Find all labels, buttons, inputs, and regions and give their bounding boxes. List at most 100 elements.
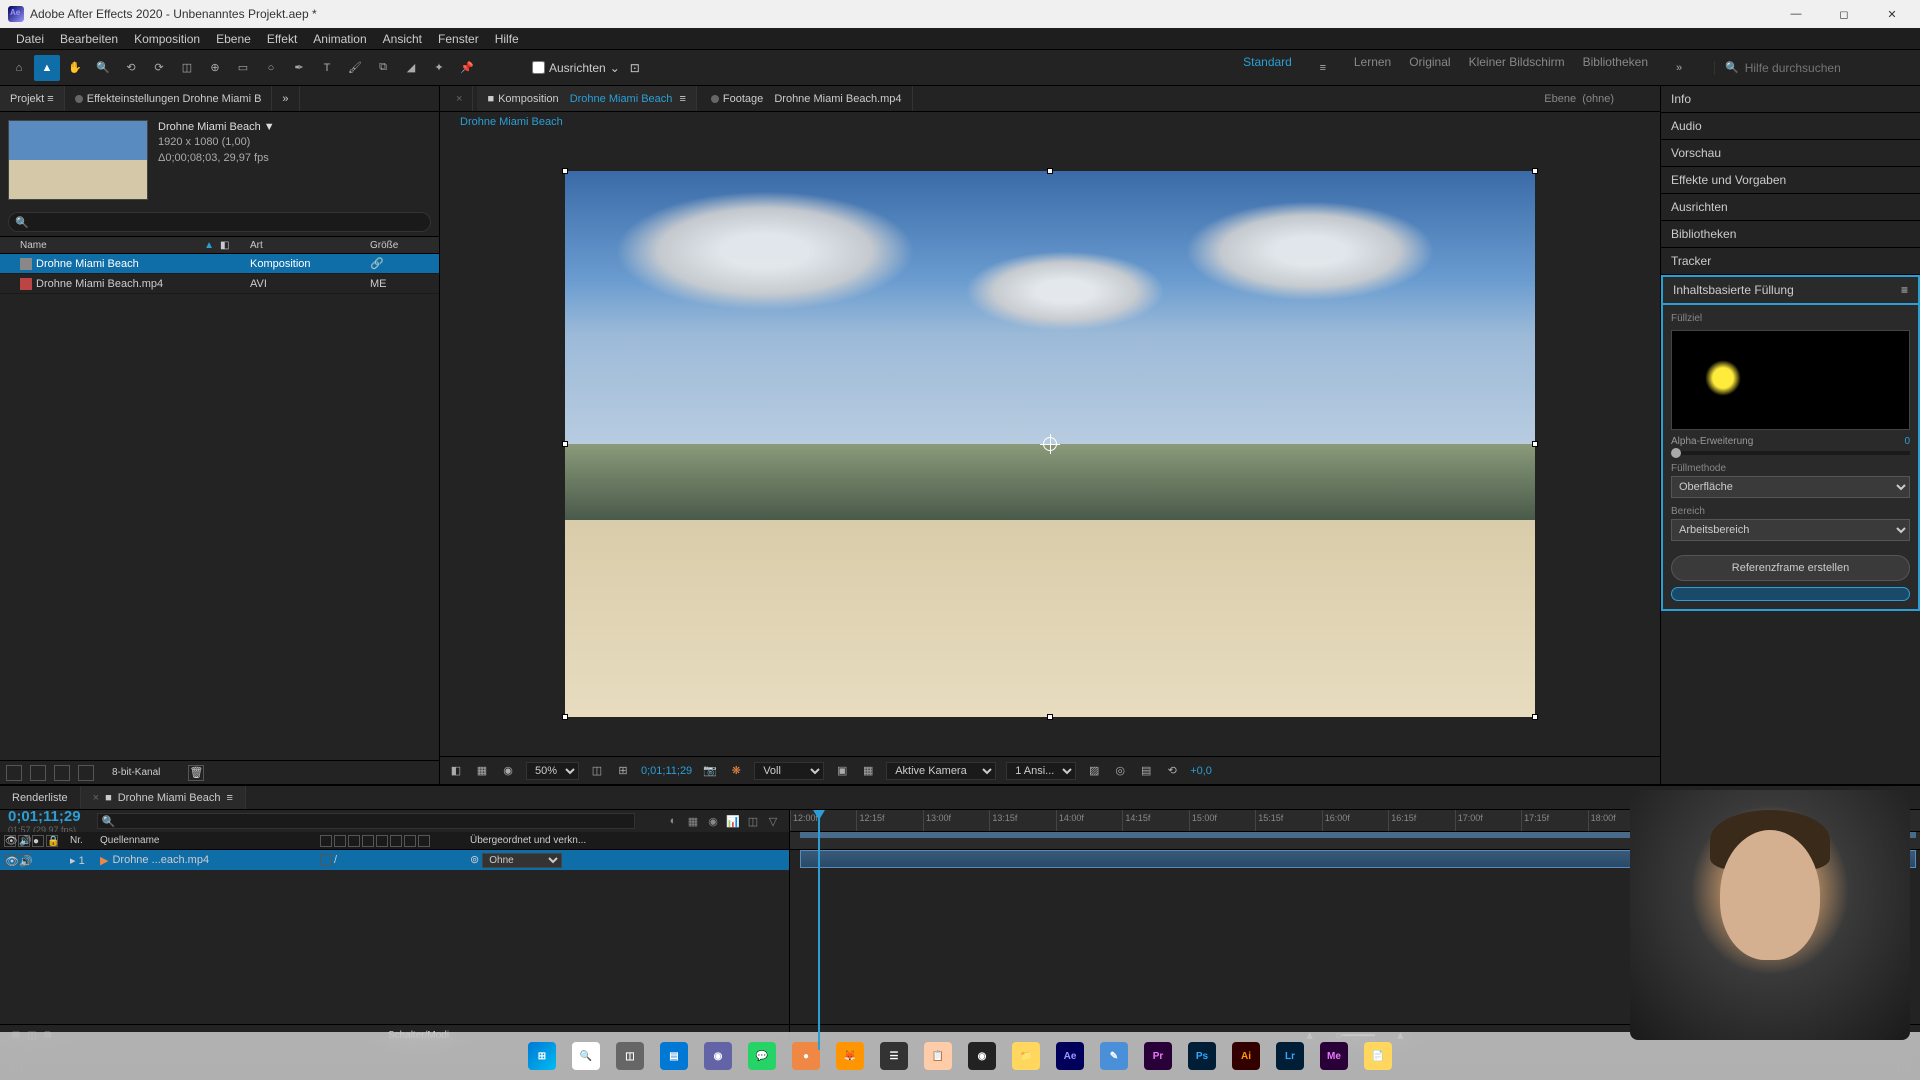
snap-checkbox[interactable]: Ausrichten ⌄ ⊡ bbox=[532, 61, 640, 75]
handle-mr[interactable] bbox=[1532, 441, 1538, 447]
app-10[interactable]: ✎ bbox=[1094, 1036, 1134, 1076]
panel-bibliotheken[interactable]: Bibliotheken bbox=[1661, 221, 1920, 248]
video-col-icon[interactable]: 👁 bbox=[4, 835, 16, 847]
maximize-button[interactable]: ◻ bbox=[1824, 2, 1864, 26]
text-tool-icon[interactable]: T bbox=[314, 55, 340, 81]
zoom-dropdown[interactable]: 50% bbox=[526, 762, 579, 780]
exposure-reset-icon[interactable]: ⟲ bbox=[1164, 763, 1180, 779]
handle-tl[interactable] bbox=[562, 168, 568, 174]
audio-toggle[interactable]: 🔊 bbox=[18, 854, 30, 866]
layer-sw[interactable] bbox=[320, 854, 332, 866]
workspace-original[interactable]: Original bbox=[1409, 55, 1450, 81]
project-tab[interactable]: Projekt ≡ bbox=[0, 86, 65, 111]
camera-dropdown[interactable]: Aktive Kamera bbox=[886, 762, 996, 780]
premiere[interactable]: Pr bbox=[1138, 1036, 1178, 1076]
timeline-search[interactable]: 🔍 bbox=[97, 813, 635, 829]
rect-tool-icon[interactable]: ▭ bbox=[230, 55, 256, 81]
brush-tool-icon[interactable]: 🖌 bbox=[342, 55, 368, 81]
sw-icon[interactable] bbox=[334, 835, 346, 847]
panel-info[interactable]: Info bbox=[1661, 86, 1920, 113]
viewer-tab-comp[interactable]: ■ Komposition Drohne Miami Beach ≡ bbox=[477, 86, 696, 111]
rotate-tool-icon[interactable]: ⟳ bbox=[146, 55, 172, 81]
draft3d-icon[interactable]: ▨ bbox=[1086, 763, 1102, 779]
create-ref-frame-button[interactable]: Referenzframe erstellen bbox=[1671, 555, 1910, 581]
panel-menu-icon[interactable]: ≡ bbox=[1901, 283, 1908, 297]
project-row-comp[interactable]: Drohne Miami Beach Komposition 🔗 bbox=[0, 254, 439, 274]
minimize-button[interactable]: — bbox=[1776, 2, 1816, 26]
start-button[interactable]: ⊞ bbox=[522, 1036, 562, 1076]
hand-tool-icon[interactable]: ✋ bbox=[62, 55, 88, 81]
fill-range-dropdown[interactable]: Arbeitsbereich bbox=[1671, 519, 1910, 541]
panel-audio[interactable]: Audio bbox=[1661, 113, 1920, 140]
color-icon[interactable]: ❋ bbox=[728, 763, 744, 779]
snap-mode-icon[interactable]: ⊡ bbox=[630, 61, 640, 75]
project-tab-overflow[interactable]: » bbox=[272, 86, 299, 111]
mask-icon[interactable]: ◉ bbox=[500, 763, 516, 779]
selection-tool-icon[interactable]: ▲ bbox=[34, 55, 60, 81]
sw-icon[interactable] bbox=[418, 835, 430, 847]
search-help-input[interactable] bbox=[1745, 61, 1895, 75]
handle-br[interactable] bbox=[1532, 714, 1538, 720]
new-folder-button[interactable] bbox=[30, 765, 46, 781]
workspace-lernen[interactable]: Lernen bbox=[1354, 55, 1391, 81]
exposure-value[interactable]: +0,0 bbox=[1190, 765, 1212, 777]
generate-fill-button[interactable] bbox=[1671, 587, 1910, 601]
sw-icon[interactable] bbox=[376, 835, 388, 847]
app-1[interactable]: ▤ bbox=[654, 1036, 694, 1076]
sw-icon[interactable] bbox=[348, 835, 360, 847]
viewer-tab-footage[interactable]: Footage Drohne Miami Beach.mp4 bbox=[701, 86, 913, 111]
bit-depth-label[interactable]: 8-bit-Kanal bbox=[112, 767, 160, 778]
alpha-value[interactable]: 0 bbox=[1904, 436, 1910, 447]
menu-effekt[interactable]: Effekt bbox=[259, 32, 305, 46]
lightroom[interactable]: Lr bbox=[1270, 1036, 1310, 1076]
motion-blur-icon[interactable]: ◉ bbox=[705, 813, 721, 829]
new-comp-button[interactable] bbox=[54, 765, 70, 781]
composition-viewer[interactable] bbox=[565, 171, 1535, 717]
label-column-icon[interactable]: ◧ bbox=[220, 240, 250, 251]
menu-ebene[interactable]: Ebene bbox=[208, 32, 259, 46]
alpha-icon[interactable]: ◧ bbox=[448, 763, 464, 779]
panel-tracker[interactable]: Tracker bbox=[1661, 248, 1920, 275]
sw-icon[interactable] bbox=[320, 835, 332, 847]
sort-icon[interactable]: ▲ bbox=[204, 240, 214, 251]
effect-controls-tab[interactable]: Effekteinstellungen Drohne Miami B bbox=[65, 86, 273, 111]
media-encoder[interactable]: Me bbox=[1314, 1036, 1354, 1076]
anchor-point-icon[interactable] bbox=[1043, 437, 1057, 451]
handle-bc[interactable] bbox=[1047, 714, 1053, 720]
channel-icon[interactable]: ▦ bbox=[474, 763, 490, 779]
sw-icon[interactable] bbox=[404, 835, 416, 847]
frame-blend-icon[interactable]: ▦ bbox=[685, 813, 701, 829]
explorer[interactable]: 📁 bbox=[1006, 1036, 1046, 1076]
app-4[interactable]: ● bbox=[786, 1036, 826, 1076]
playhead[interactable] bbox=[818, 810, 820, 1050]
parent-pick-icon[interactable]: ⊚ bbox=[470, 854, 479, 866]
marker-icon[interactable]: ▽ bbox=[765, 813, 781, 829]
res-icon[interactable]: ◫ bbox=[589, 763, 605, 779]
panel-effekte[interactable]: Effekte und Vorgaben bbox=[1661, 167, 1920, 194]
app-16[interactable]: 📄 bbox=[1358, 1036, 1398, 1076]
viewer-tab-close-1[interactable]: × bbox=[446, 86, 473, 111]
illustrator[interactable]: Ai bbox=[1226, 1036, 1266, 1076]
sw-icon[interactable] bbox=[362, 835, 374, 847]
project-row-footage[interactable]: Drohne Miami Beach.mp4 AVI ME bbox=[0, 274, 439, 294]
render-queue-tab[interactable]: Renderliste bbox=[0, 786, 81, 809]
panel-ausrichten[interactable]: Ausrichten bbox=[1661, 194, 1920, 221]
anchor-tool-icon[interactable]: ⊕ bbox=[202, 55, 228, 81]
camera-tool-icon[interactable]: ◫ bbox=[174, 55, 200, 81]
graph-icon[interactable]: 📊 bbox=[725, 813, 741, 829]
orbit-tool-icon[interactable]: ⟲ bbox=[118, 55, 144, 81]
region-icon[interactable]: ▣ bbox=[834, 763, 850, 779]
parent-dropdown[interactable]: Ohne bbox=[482, 853, 562, 868]
search-taskbar[interactable]: 🔍 bbox=[566, 1036, 606, 1076]
settings-button[interactable] bbox=[78, 765, 94, 781]
after-effects[interactable]: Ae bbox=[1050, 1036, 1090, 1076]
menu-animation[interactable]: Animation bbox=[305, 32, 374, 46]
solo-col-icon[interactable]: ● bbox=[32, 835, 44, 847]
sw-icon[interactable] bbox=[390, 835, 402, 847]
handle-bl[interactable] bbox=[562, 714, 568, 720]
view-count-dropdown[interactable]: 1 Ansi... bbox=[1006, 762, 1076, 780]
photoshop[interactable]: Ps bbox=[1182, 1036, 1222, 1076]
zoom-tool-icon[interactable]: 🔍 bbox=[90, 55, 116, 81]
ellipse-tool-icon[interactable]: ○ bbox=[258, 55, 284, 81]
project-search-input[interactable]: 🔍 bbox=[8, 212, 431, 232]
